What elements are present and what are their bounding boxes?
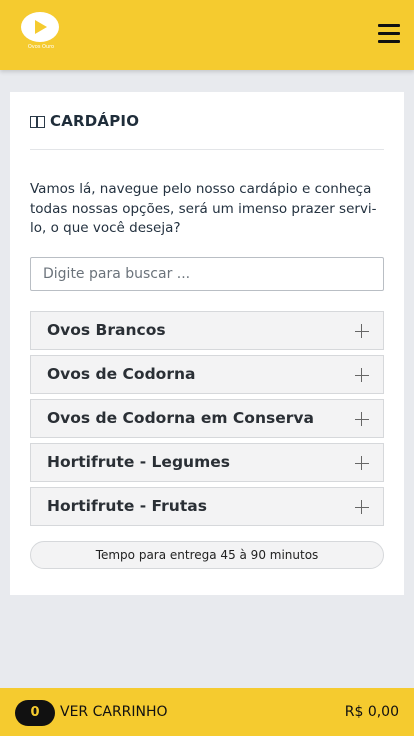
category-label: Ovos Brancos bbox=[47, 321, 166, 339]
category-ovos-de-codorna[interactable]: Ovos de Codorna bbox=[30, 355, 384, 394]
category-ovos-de-codorna-em-conserva[interactable]: Ovos de Codorna em Conserva bbox=[30, 399, 384, 438]
intro-text: Vamos lá, navegue pelo nosso cardápio e … bbox=[30, 181, 377, 236]
plus-icon bbox=[355, 324, 369, 338]
plus-icon bbox=[355, 456, 369, 470]
cart-total: R$ 0,00 bbox=[344, 704, 399, 720]
view-cart-bar[interactable]: 0 VER CARRINHO R$ 0,00 bbox=[0, 688, 414, 736]
logo[interactable]: Ovos Ouro bbox=[18, 12, 64, 50]
category-hortifrute-frutas[interactable]: Hortifrute - Frutas bbox=[30, 487, 384, 526]
cart-count-badge: 0 bbox=[15, 700, 55, 726]
plus-icon bbox=[355, 368, 369, 382]
category-hortifrute-legumes[interactable]: Hortifrute - Legumes bbox=[30, 443, 384, 482]
top-bar: Ovos Ouro bbox=[0, 0, 414, 70]
menu-card: CARDÁPIO Vamos lá, navegue pelo nosso ca… bbox=[10, 92, 404, 595]
view-cart-label: VER CARRINHO bbox=[60, 704, 168, 720]
page-title: CARDÁPIO bbox=[50, 112, 140, 130]
hamburger-menu-icon[interactable] bbox=[378, 24, 400, 46]
category-label: Hortifrute - Frutas bbox=[47, 497, 207, 515]
logo-text: Ovos Ouro bbox=[27, 44, 55, 50]
category-label: Hortifrute - Legumes bbox=[47, 453, 230, 471]
delivery-time-badge: Tempo para entrega 45 à 90 minutos bbox=[30, 541, 384, 569]
card-header: CARDÁPIO bbox=[30, 112, 384, 150]
plus-icon bbox=[355, 500, 369, 514]
category-label: Ovos de Codorna em Conserva bbox=[47, 409, 314, 427]
play-icon bbox=[35, 20, 47, 34]
book-open-icon bbox=[30, 116, 45, 128]
category-ovos-brancos[interactable]: Ovos Brancos bbox=[30, 311, 384, 350]
plus-icon bbox=[355, 412, 369, 426]
search-input[interactable] bbox=[30, 257, 384, 291]
category-label: Ovos de Codorna bbox=[47, 365, 196, 383]
